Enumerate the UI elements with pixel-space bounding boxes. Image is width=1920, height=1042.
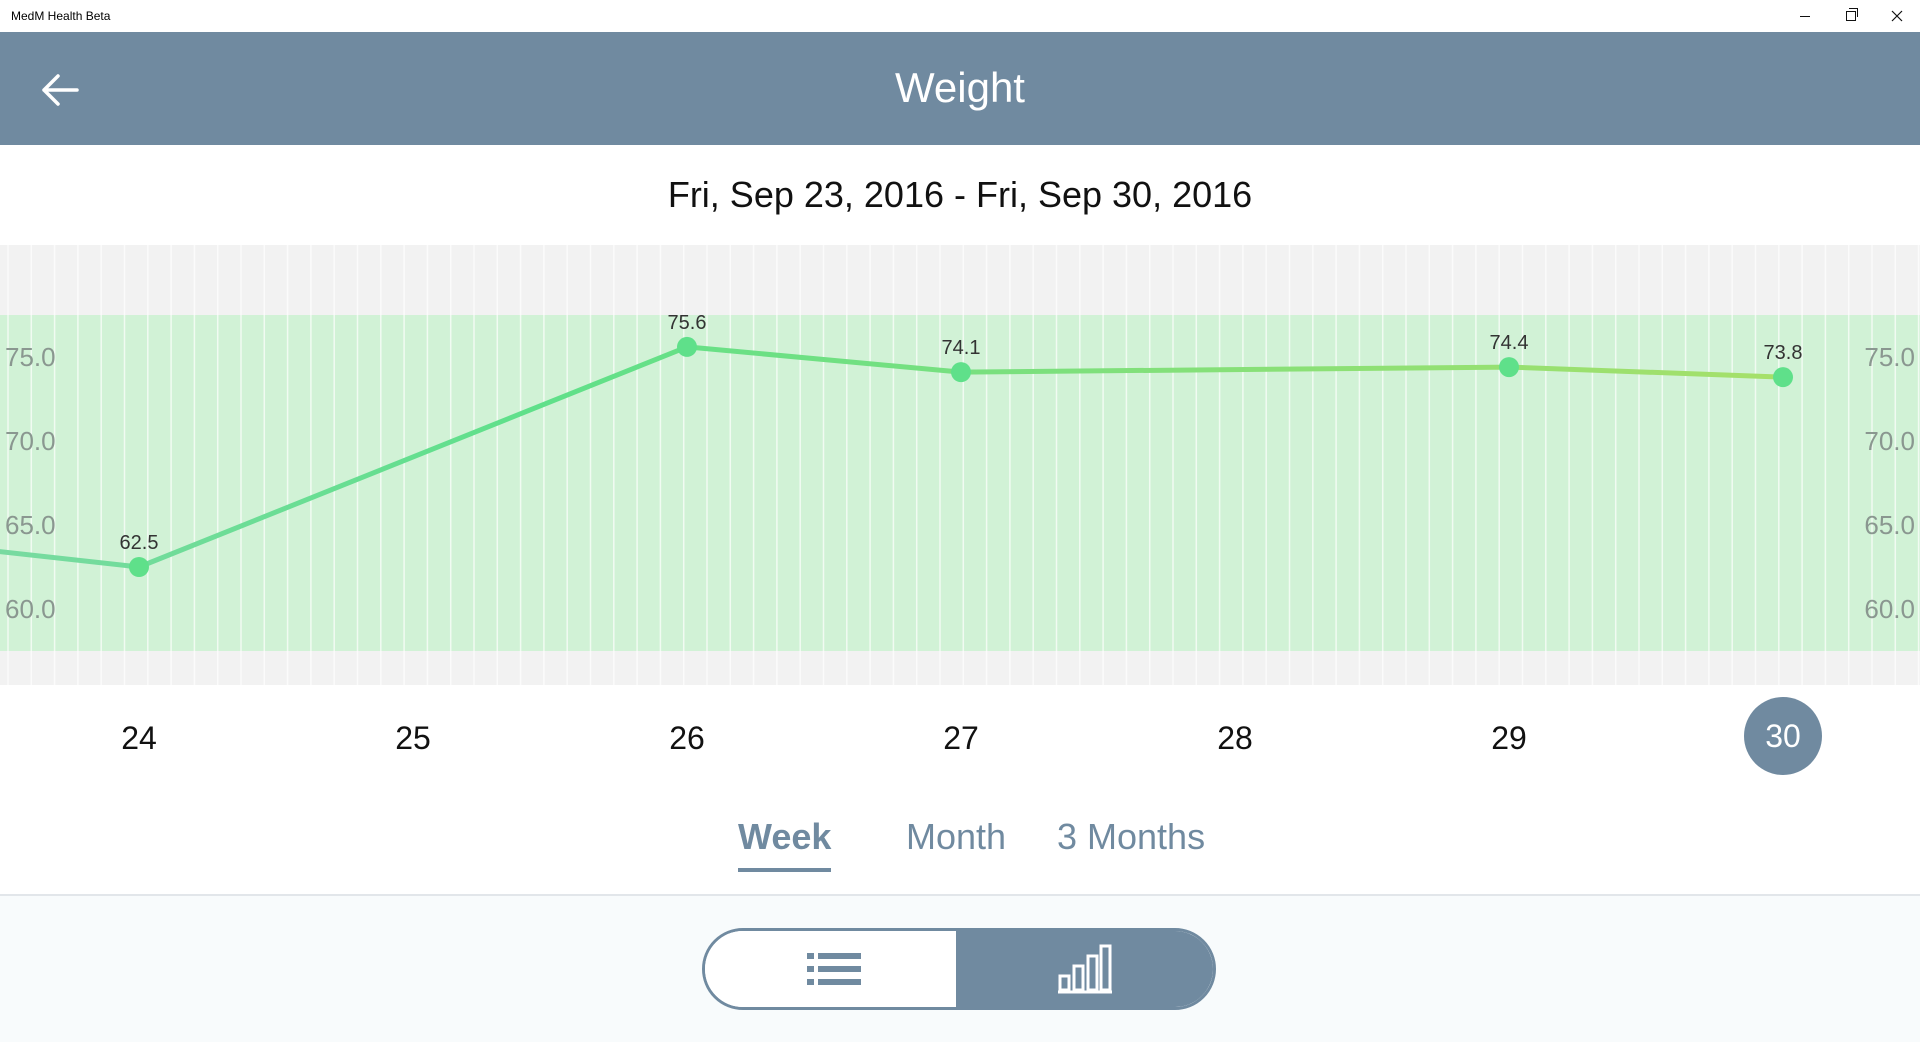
- minimize-button[interactable]: [1782, 0, 1828, 32]
- y-tick-label-right: 65.0: [1864, 510, 1915, 540]
- tab-week[interactable]: Week: [738, 812, 832, 872]
- y-tick-label-right: 75.0: [1864, 342, 1915, 372]
- data-point: [1499, 357, 1519, 378]
- page-title: Weight: [895, 64, 1025, 111]
- day-27[interactable]: 27: [921, 718, 1001, 758]
- data-label: 74.4: [1490, 332, 1529, 354]
- window-titlebar: MedM Health Beta: [0, 0, 1920, 32]
- data-label: 62.5: [120, 532, 159, 554]
- y-tick-label-left: 75.0: [5, 342, 56, 372]
- minimize-icon: [1800, 15, 1810, 17]
- data-label: 73.8: [1764, 342, 1803, 364]
- day-26[interactable]: 26: [647, 718, 727, 758]
- chart-view-button[interactable]: [956, 931, 1213, 1007]
- restore-icon: [1846, 8, 1858, 21]
- y-tick-label-left: 65.0: [5, 510, 56, 540]
- weight-chart: 60.0 60.0 65.0 65.0 70.0 70.0 75.0 75.0 62.5 75.6…: [0, 245, 1920, 685]
- y-tick-label-right: 60.0: [1864, 594, 1915, 624]
- list-view-button[interactable]: [705, 931, 962, 1007]
- app-title: MedM Health Beta: [11, 9, 111, 23]
- bar-chart-icon: [1057, 944, 1112, 994]
- y-tick-label-left: 70.0: [5, 426, 56, 456]
- restore-button[interactable]: [1828, 0, 1874, 32]
- data-point: [1773, 367, 1793, 388]
- list-icon: [806, 953, 861, 985]
- day-30[interactable]: 30: [1744, 697, 1822, 775]
- data-point: [677, 336, 697, 357]
- data-point: [951, 362, 971, 383]
- data-label: 75.6: [668, 312, 707, 334]
- data-point: [129, 557, 149, 577]
- view-toggle: [702, 928, 1216, 1010]
- day-28[interactable]: 28: [1195, 718, 1275, 758]
- date-range: Fri, Sep 23, 2016 - Fri, Sep 30, 2016: [667, 174, 1253, 215]
- day-25[interactable]: 25: [373, 718, 453, 758]
- day-29[interactable]: 29: [1469, 718, 1549, 758]
- tab-month[interactable]: Month: [906, 812, 1006, 862]
- app-header: Weight: [0, 32, 1920, 145]
- y-tick-label-right: 70.0: [1864, 426, 1915, 456]
- y-tick-label-left: 60.0: [5, 594, 56, 624]
- close-button[interactable]: [1874, 0, 1920, 32]
- data-label: 74.1: [942, 337, 981, 359]
- weight-chart-svg: 60.0 60.0 65.0 65.0 70.0 70.0 75.0 75.0 62.5 75.6…: [0, 245, 1920, 685]
- tab-3-months[interactable]: 3 Months: [1057, 812, 1205, 862]
- close-icon: [1891, 10, 1903, 22]
- day-24[interactable]: 24: [99, 718, 179, 758]
